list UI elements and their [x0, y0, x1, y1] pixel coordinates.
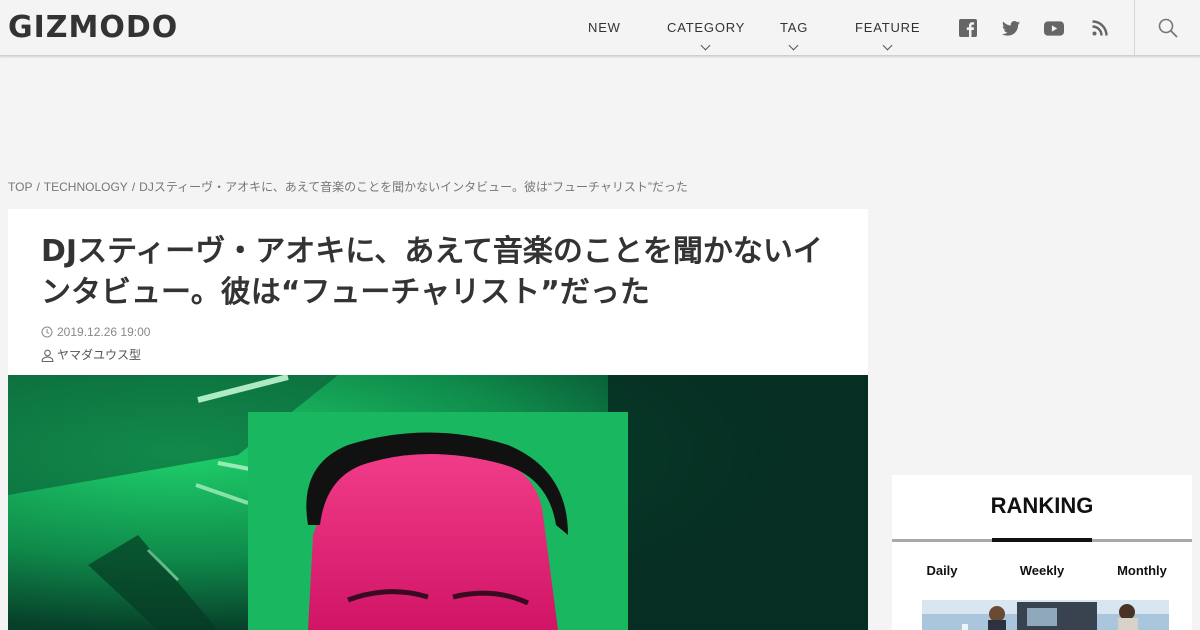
nav-new[interactable]: NEW [588, 20, 621, 35]
article-date: 2019.12.26 19:00 [41, 325, 150, 339]
rss-icon[interactable] [1090, 18, 1110, 38]
search-icon [1158, 18, 1178, 38]
ranking-tab-daily[interactable]: Daily [892, 563, 992, 578]
ranking-tab-monthly[interactable]: Monthly [1092, 563, 1192, 578]
nav-tag[interactable]: TAG [780, 20, 809, 51]
clock-icon [41, 326, 53, 338]
breadcrumb-current: DJスティーヴ・アオキに、あえて音楽のことを聞かないインタビュー。彼は“フューチ… [139, 180, 688, 194]
nav-feature[interactable]: FEATURE [855, 20, 921, 51]
person-icon [41, 349, 54, 362]
breadcrumb-top[interactable]: TOP [8, 180, 32, 194]
chevron-down-icon [788, 40, 799, 51]
ranking-title: RANKING [990, 493, 1094, 518]
youtube-icon[interactable] [1044, 18, 1064, 38]
article-title: DJスティーヴ・アオキに、あえて音楽のことを聞かないインタビュー。彼は“フューチ… [41, 234, 823, 310]
twitter-icon[interactable] [1001, 18, 1021, 38]
ranking-active-tab-indicator [992, 538, 1092, 542]
breadcrumb-technology[interactable]: TECHNOLOGY [44, 180, 128, 194]
nav-category-label: CATEGORY [667, 20, 746, 35]
breadcrumb-separator: / [36, 180, 40, 194]
article-header: DJスティーヴ・アオキに、あえて音楽のことを聞かないインタビュー。彼は“フューチ… [8, 209, 868, 375]
article-hero-image [8, 375, 868, 630]
article-date-text: 2019.12.26 19:00 [57, 325, 151, 339]
breadcrumb: TOP / TECHNOLOGY / DJスティーヴ・アオキに、あえて音楽のことを聞かな… [8, 180, 688, 194]
site-header: GIZMODO NEW CATEGORY TAG FEATURE [0, 0, 1200, 56]
nav-tag-label: TAG [780, 20, 809, 35]
chevron-down-icon [882, 40, 893, 51]
site-logo[interactable]: GIZMODO [8, 11, 178, 45]
search-button[interactable] [1134, 0, 1200, 56]
chevron-down-icon [700, 40, 711, 51]
article-author[interactable]: ヤマダユウス型 [41, 348, 141, 362]
ranking-item-thumbnail[interactable] [922, 600, 1169, 630]
article-author-name: ヤマダユウス型 [57, 348, 142, 362]
nav-feature-label: FEATURE [855, 20, 921, 35]
ranking-tab-weekly[interactable]: Weekly [992, 563, 1092, 578]
breadcrumb-separator: / [131, 180, 136, 194]
ranking-widget: RANKING Daily Weekly Monthly [892, 475, 1192, 630]
nav-category[interactable]: CATEGORY [667, 20, 746, 51]
facebook-icon[interactable] [958, 18, 978, 38]
